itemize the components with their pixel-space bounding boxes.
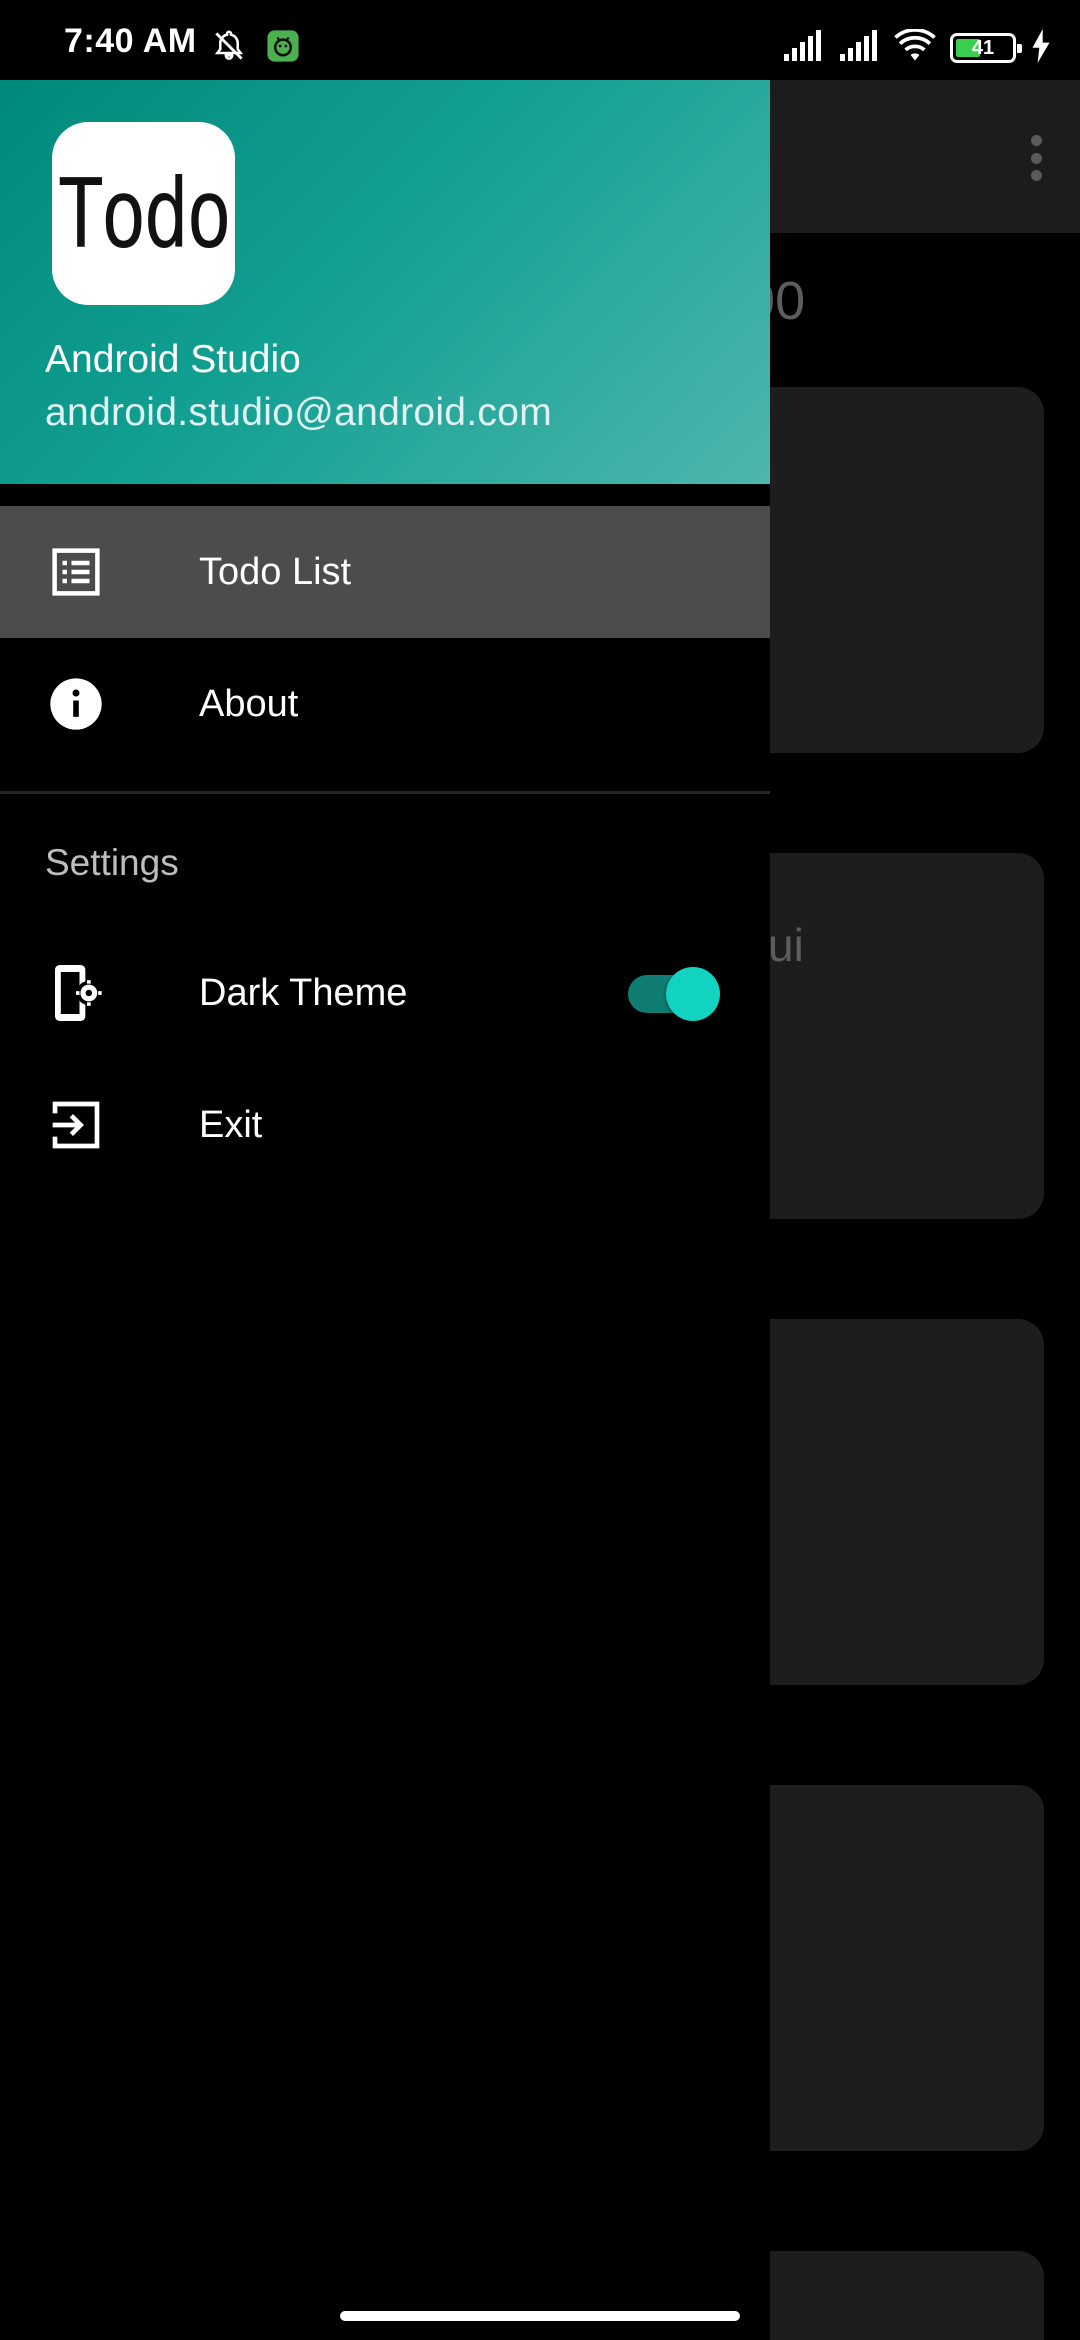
settings-section-title: Settings bbox=[45, 842, 179, 883]
wifi-icon bbox=[894, 27, 936, 68]
list-icon bbox=[45, 541, 107, 603]
charging-icon bbox=[1030, 28, 1052, 68]
battery-icon: 41 bbox=[950, 33, 1022, 63]
nav-item-label: Todo List bbox=[199, 550, 352, 593]
todo-card-text: ui bbox=[768, 919, 804, 971]
home-indicator[interactable] bbox=[340, 2311, 740, 2321]
drawer-divider bbox=[0, 791, 770, 794]
nav-item-todo-list[interactable]: Todo List bbox=[0, 506, 770, 638]
signal-icon bbox=[782, 29, 824, 67]
drawer-header: Todo Android Studio android.studio@andro… bbox=[0, 80, 770, 484]
nav-item-about[interactable]: About bbox=[0, 638, 770, 770]
setting-exit[interactable]: Exit bbox=[0, 1059, 770, 1191]
status-system-icons: 41 bbox=[782, 27, 1052, 68]
navigation-drawer: Todo Android Studio android.studio@andro… bbox=[0, 80, 770, 2340]
nav-item-label: About bbox=[199, 682, 299, 725]
phone-settings-icon bbox=[45, 962, 107, 1024]
status-bar: 7:40 AM 41 bbox=[0, 0, 1080, 80]
overflow-menu-icon[interactable] bbox=[1030, 135, 1042, 181]
signal-icon bbox=[838, 29, 880, 67]
setting-label: Exit bbox=[199, 1103, 263, 1146]
dark-theme-toggle[interactable] bbox=[628, 967, 720, 1021]
setting-label: Dark Theme bbox=[199, 971, 408, 1014]
battery-level: 41 bbox=[971, 36, 995, 59]
setting-dark-theme[interactable]: Dark Theme bbox=[0, 927, 770, 1059]
status-notification-icons bbox=[210, 29, 300, 68]
user-name: Android Studio bbox=[45, 338, 301, 381]
user-email: android.studio@android.com bbox=[45, 391, 553, 434]
android-debug-icon bbox=[266, 29, 300, 68]
app-logo-text: Todo bbox=[57, 157, 232, 270]
app-logo: Todo bbox=[52, 122, 235, 305]
toggle-thumb bbox=[666, 967, 720, 1021]
status-time: 7:40 AM bbox=[64, 22, 197, 60]
exit-icon bbox=[45, 1094, 107, 1156]
muted-bell-icon bbox=[210, 27, 248, 70]
info-icon bbox=[45, 673, 107, 735]
